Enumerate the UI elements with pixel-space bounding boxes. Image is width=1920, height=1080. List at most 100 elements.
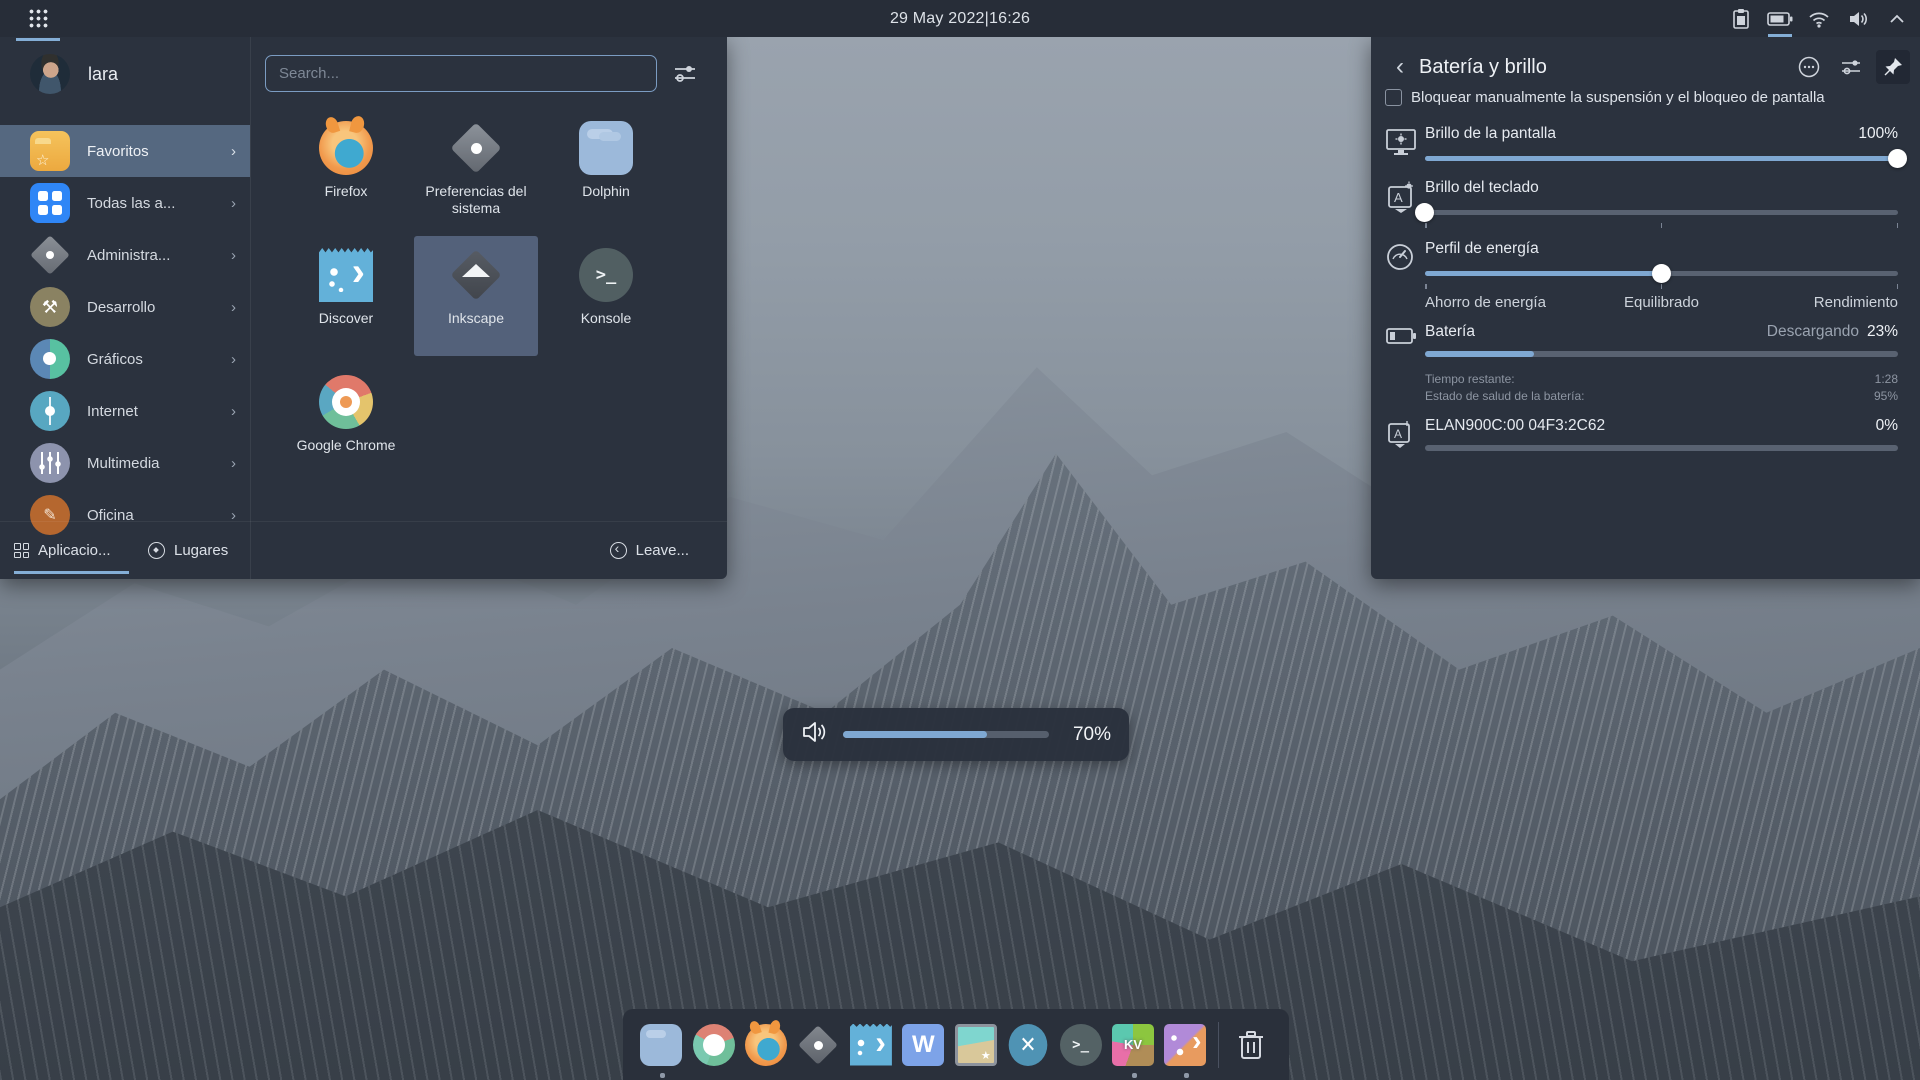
konsole-icon bbox=[1060, 1024, 1102, 1066]
peripheral-row: A ELAN900C:00 04F3:2C62 0% bbox=[1385, 417, 1898, 456]
app-google-chrome[interactable]: Google Chrome bbox=[284, 363, 408, 483]
volume-value: 70% bbox=[1063, 724, 1111, 746]
ellipsis-circle-icon[interactable] bbox=[1792, 50, 1826, 84]
word-app-icon bbox=[902, 1024, 944, 1066]
panel-header: ‹ Batería y brillo bbox=[1385, 47, 1910, 87]
caret-up-icon[interactable] bbox=[1882, 0, 1912, 37]
sidebar-item-graficos[interactable]: Gráficos › bbox=[0, 333, 250, 385]
battery-brightness-panel: ‹ Batería y brillo Bloquear manualmente … bbox=[1371, 37, 1920, 579]
application-launcher-menu: lara Favoritos › Todas las a... › Admini… bbox=[0, 37, 727, 579]
volume-osd: 70% bbox=[783, 708, 1129, 761]
places-compass-icon bbox=[148, 542, 165, 559]
power-profile-slider[interactable] bbox=[1425, 264, 1898, 282]
battery-row: Batería Descargando 23% Tiempo restante:… bbox=[1385, 323, 1898, 405]
block-suspend-checkbox-row[interactable]: Bloquear manualmente la suspensión y el … bbox=[1385, 89, 1825, 106]
chevron-right-icon: › bbox=[231, 247, 250, 264]
dock-item-kvantum[interactable] bbox=[1107, 1009, 1159, 1080]
keyboard-backlight-icon: A bbox=[1385, 417, 1425, 456]
system-tray bbox=[1726, 0, 1912, 37]
dock-item-photo-tool[interactable] bbox=[1159, 1009, 1211, 1080]
chevron-right-icon: › bbox=[231, 403, 250, 420]
gallery-icon bbox=[955, 1024, 997, 1066]
dock-item-trash[interactable] bbox=[1225, 1009, 1277, 1080]
chevron-right-icon: › bbox=[231, 143, 250, 160]
speaker-icon bbox=[801, 719, 829, 750]
dock-item-discover[interactable] bbox=[845, 1009, 897, 1080]
search-input[interactable] bbox=[265, 55, 657, 92]
battery-icon bbox=[1385, 323, 1425, 405]
running-indicator bbox=[1184, 1073, 1189, 1078]
app-preferencias-del-sistema[interactable]: Preferencias del sistema bbox=[414, 109, 538, 229]
photo-tool-icon bbox=[1164, 1024, 1206, 1066]
dock-item-konsole[interactable] bbox=[1054, 1009, 1106, 1080]
kvantum-icon bbox=[1112, 1024, 1154, 1066]
battery-details: Tiempo restante: 1:28 Estado de salud de… bbox=[1425, 371, 1898, 405]
screen-brightness-slider[interactable] bbox=[1425, 149, 1898, 167]
checkbox-unchecked[interactable] bbox=[1385, 89, 1402, 106]
volume-bar bbox=[843, 731, 1049, 738]
app-inkscape[interactable]: Inkscape bbox=[414, 236, 538, 356]
chrome-icon bbox=[319, 375, 373, 429]
dock-item-word[interactable] bbox=[897, 1009, 949, 1080]
user-row[interactable]: lara bbox=[0, 37, 250, 111]
firefox-icon bbox=[745, 1024, 787, 1066]
app-firefox[interactable]: Firefox bbox=[284, 109, 408, 229]
gauge-icon bbox=[1385, 240, 1425, 311]
launcher-divider bbox=[250, 37, 251, 579]
monitor-brightness-icon bbox=[1385, 125, 1425, 167]
dock-item-chrome[interactable] bbox=[687, 1009, 739, 1080]
dolphin-icon bbox=[579, 121, 633, 175]
keyboard-brightness-slider[interactable] bbox=[1425, 203, 1898, 221]
chevron-right-icon: › bbox=[231, 351, 250, 368]
graphics-icon bbox=[30, 339, 70, 379]
sidebar-item-desarrollo[interactable]: Desarrollo › bbox=[0, 281, 250, 333]
configure-sliders-icon[interactable] bbox=[672, 61, 698, 87]
sidebar-item-favoritos[interactable]: Favoritos › bbox=[0, 125, 250, 177]
discover-icon bbox=[319, 248, 373, 302]
dock-item-dolphin[interactable] bbox=[635, 1009, 687, 1080]
app-dolphin[interactable]: Dolphin bbox=[544, 109, 668, 229]
running-indicator bbox=[660, 1073, 665, 1078]
slider-ticks bbox=[1425, 284, 1898, 289]
dock-item-vscodium[interactable] bbox=[1002, 1009, 1054, 1080]
leave-icon bbox=[610, 542, 627, 559]
battery-status: Descargando bbox=[1767, 323, 1859, 341]
tab-lugares[interactable]: Lugares bbox=[148, 522, 228, 579]
chevron-right-icon: › bbox=[231, 195, 250, 212]
wifi-icon[interactable] bbox=[1804, 0, 1834, 37]
all-apps-grid-icon bbox=[30, 183, 70, 223]
back-chevron-icon[interactable]: ‹ bbox=[1385, 52, 1415, 82]
battery-icon[interactable] bbox=[1765, 0, 1795, 37]
chevron-right-icon: › bbox=[231, 299, 250, 316]
pin-icon[interactable] bbox=[1876, 50, 1910, 84]
running-indicator bbox=[1132, 1073, 1137, 1078]
screen-brightness-row: Brillo de la pantalla 100% bbox=[1385, 125, 1898, 167]
battery-progress-bar bbox=[1425, 351, 1898, 357]
user-name: lara bbox=[88, 64, 118, 85]
category-list: Favoritos › Todas las a... › Administra.… bbox=[0, 125, 250, 551]
dock-item-firefox[interactable] bbox=[740, 1009, 792, 1080]
app-discover[interactable]: Discover bbox=[284, 236, 408, 356]
dock-item-system-settings[interactable] bbox=[792, 1009, 844, 1080]
multimedia-icon bbox=[30, 443, 70, 483]
sidebar-item-internet[interactable]: Internet › bbox=[0, 385, 250, 437]
favorites-folder-icon bbox=[30, 131, 70, 171]
dock bbox=[623, 1009, 1289, 1080]
vscodium-icon bbox=[1009, 1024, 1048, 1066]
active-tab-underline bbox=[14, 571, 129, 574]
sidebar-item-todas-las-aplicaciones[interactable]: Todas las a... › bbox=[0, 177, 250, 229]
applications-tab-icon bbox=[14, 543, 29, 558]
sidebar-item-administracion[interactable]: Administra... › bbox=[0, 229, 250, 281]
sidebar-item-multimedia[interactable]: Multimedia › bbox=[0, 437, 250, 489]
konsole-icon bbox=[579, 248, 633, 302]
dock-item-gallery[interactable] bbox=[950, 1009, 1002, 1080]
top-panel: 29 May 2022|16:26 bbox=[0, 0, 1920, 37]
clipboard-icon[interactable] bbox=[1726, 0, 1756, 37]
clock[interactable]: 29 May 2022|16:26 bbox=[0, 0, 1920, 37]
leave-button[interactable]: Leave... bbox=[610, 522, 689, 579]
app-konsole[interactable]: Konsole bbox=[544, 236, 668, 356]
configure-sliders-icon[interactable] bbox=[1834, 50, 1868, 84]
launcher-active-underline bbox=[16, 38, 60, 41]
volume-icon[interactable] bbox=[1843, 0, 1873, 37]
battery-percent: 23% bbox=[1867, 323, 1898, 341]
